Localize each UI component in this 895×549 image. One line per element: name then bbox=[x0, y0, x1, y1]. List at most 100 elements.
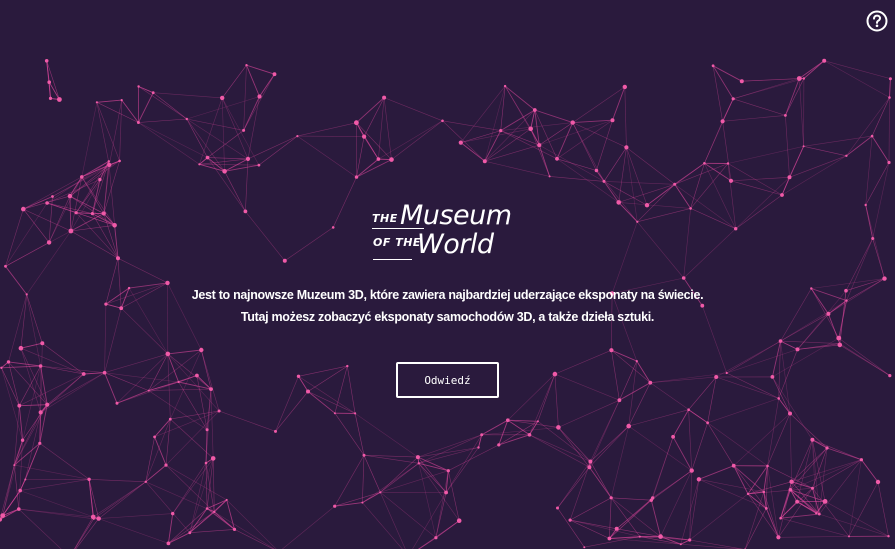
museum-landing-screen: THE Museum OF THE World Jest to najnowsz… bbox=[0, 0, 895, 549]
network-line bbox=[557, 507, 585, 548]
network-node bbox=[165, 351, 171, 357]
network-line bbox=[362, 455, 365, 503]
network-line bbox=[797, 344, 840, 350]
network-line bbox=[810, 288, 829, 315]
network-line bbox=[2, 440, 23, 516]
network-line bbox=[637, 221, 684, 279]
network-line bbox=[297, 135, 365, 137]
network-node bbox=[137, 85, 140, 88]
network-line bbox=[845, 278, 885, 291]
network-line bbox=[104, 308, 122, 373]
network-line bbox=[722, 115, 786, 122]
network-line bbox=[722, 121, 732, 181]
network-line bbox=[98, 513, 173, 519]
network-line bbox=[199, 97, 223, 165]
network-line bbox=[529, 434, 591, 462]
network-line bbox=[727, 163, 736, 229]
network-node bbox=[68, 228, 74, 234]
network-line bbox=[672, 409, 689, 438]
network-line bbox=[148, 381, 179, 392]
network-line bbox=[284, 227, 334, 262]
network-line bbox=[8, 361, 20, 406]
network-line bbox=[138, 118, 187, 123]
network-line bbox=[484, 86, 506, 162]
network-line bbox=[121, 99, 139, 123]
network-line bbox=[767, 465, 779, 538]
visit-button[interactable]: Odwiedź bbox=[396, 362, 499, 398]
network-line bbox=[726, 340, 781, 374]
network-node bbox=[731, 463, 736, 468]
network-line bbox=[707, 422, 734, 466]
network-line bbox=[683, 208, 691, 279]
network-line bbox=[780, 288, 812, 342]
network-line bbox=[259, 73, 275, 97]
network-line bbox=[767, 413, 791, 467]
network-node bbox=[379, 491, 382, 494]
network-line bbox=[168, 532, 191, 544]
network-line bbox=[363, 455, 381, 493]
network-node bbox=[638, 535, 641, 538]
network-line bbox=[504, 85, 536, 111]
network-node bbox=[45, 402, 50, 407]
network-node bbox=[376, 157, 381, 161]
network-node bbox=[532, 108, 537, 112]
network-node bbox=[25, 293, 28, 296]
network-line bbox=[40, 372, 105, 413]
network-node bbox=[90, 212, 94, 216]
network-node bbox=[477, 446, 480, 449]
network-node bbox=[40, 341, 45, 346]
network-line bbox=[733, 465, 749, 495]
network-node bbox=[607, 536, 612, 541]
network-line bbox=[18, 508, 94, 520]
network-line bbox=[243, 74, 275, 131]
network-line bbox=[780, 517, 850, 537]
network-line bbox=[688, 409, 692, 471]
network-line bbox=[650, 382, 708, 424]
network-line bbox=[589, 400, 620, 468]
network-line bbox=[354, 413, 419, 458]
network-node bbox=[95, 101, 98, 104]
help-button[interactable] bbox=[866, 10, 888, 32]
network-line bbox=[8, 361, 41, 367]
network-line bbox=[40, 343, 43, 413]
network-line bbox=[234, 529, 275, 549]
network-line bbox=[735, 194, 783, 229]
network-node bbox=[503, 84, 507, 88]
network-line bbox=[772, 376, 813, 440]
network-line bbox=[356, 122, 379, 160]
network-node bbox=[822, 58, 827, 63]
network-line bbox=[297, 135, 357, 178]
network-node bbox=[687, 408, 690, 412]
network-line bbox=[650, 500, 662, 537]
network-line bbox=[137, 92, 154, 123]
network-line bbox=[618, 147, 627, 203]
network-line bbox=[690, 208, 736, 229]
network-node bbox=[168, 417, 172, 421]
network-line bbox=[148, 353, 169, 391]
network-node bbox=[734, 227, 738, 231]
network-node bbox=[0, 366, 3, 369]
network-line bbox=[243, 96, 260, 131]
network-node bbox=[770, 375, 775, 379]
network-node bbox=[671, 434, 675, 439]
network-line bbox=[154, 418, 171, 438]
network-line bbox=[20, 294, 27, 349]
network-line bbox=[383, 97, 392, 160]
network-line bbox=[796, 439, 813, 502]
network-node bbox=[825, 446, 829, 450]
network-line bbox=[618, 184, 675, 203]
network-line bbox=[104, 304, 107, 373]
network-node bbox=[127, 286, 131, 290]
network-line bbox=[618, 202, 638, 223]
network-node bbox=[362, 134, 367, 139]
network-node bbox=[87, 477, 91, 481]
network-node bbox=[177, 380, 180, 384]
network-node bbox=[614, 526, 619, 531]
network-line bbox=[707, 422, 768, 467]
network-line bbox=[212, 458, 215, 512]
network-node bbox=[788, 488, 793, 492]
network-line bbox=[733, 98, 786, 116]
network-line bbox=[778, 536, 850, 538]
network-line bbox=[589, 466, 612, 499]
network-line bbox=[247, 135, 298, 160]
